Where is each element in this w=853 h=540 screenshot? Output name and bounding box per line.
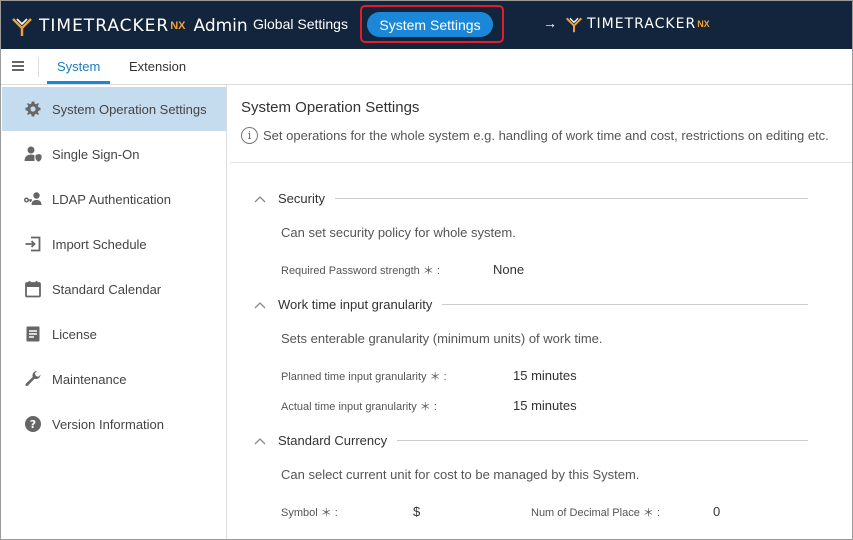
sidebar-item-label: System Operation Settings [52,101,207,117]
divider [38,57,39,77]
system-settings-tab[interactable]: System Settings [367,12,493,37]
divider [397,440,808,441]
sidebar: System Operation Settings Single Sign-On… [1,85,227,539]
timetracker-link[interactable]: TIMETRACKER NX [565,15,710,33]
logo-admin-label: Admin [193,16,248,36]
active-tab-indicator [47,81,110,84]
sidebar-item-import-schedule[interactable]: Import Schedule [2,222,226,266]
help-icon: ? [24,415,42,433]
arrow-right-icon[interactable]: → [543,15,557,31]
password-strength-value[interactable]: None [493,262,524,277]
sidebar-item-license[interactable]: License [2,312,226,356]
chevron-up-icon[interactable] [254,195,266,203]
sidebar-item-label: Version Information [52,416,165,432]
section-description: Sets enterable granularity (minimum unit… [281,331,603,346]
planned-granularity-value[interactable]: 15 minutes [513,368,577,383]
top-bar: TIMETRACKER NX Admin Global Settings Sys… [1,1,852,49]
actual-granularity-label: Actual time input granularity ＊ : [281,401,437,413]
section-title: Work time input granularity [278,297,433,312]
password-strength-label: Required Password strength ＊ : [281,265,440,277]
link-logo-nx: NX [697,19,710,29]
sidebar-item-label: Import Schedule [52,236,147,252]
calendar-icon [24,280,42,298]
tab-extension[interactable]: Extension [129,59,186,74]
app-window: TIMETRACKER NX Admin Global Settings Sys… [0,0,853,540]
link-logo-text: TIMETRACKER [587,16,697,32]
sidebar-item-label: License [52,326,97,342]
sidebar-item-system-operation-settings[interactable]: System Operation Settings [2,87,226,131]
section-description: Can select current unit for cost to be m… [281,467,640,482]
page-info: i Set operations for the whole system e.… [241,127,829,144]
sub-navigation: System Extension [1,49,852,85]
chevron-up-icon[interactable] [254,301,266,309]
timetracker-logo-icon [565,17,583,33]
decimal-places-value[interactable]: 0 [713,504,720,519]
info-text: Set operations for the whole system e.g.… [263,128,829,143]
section-security-header[interactable]: Security [254,191,808,206]
section-currency-header[interactable]: Standard Currency [254,433,808,448]
sidebar-item-label: Single Sign-On [52,146,140,162]
actual-granularity-value[interactable]: 15 minutes [513,398,577,413]
divider [230,162,852,163]
divider [442,304,808,305]
sidebar-item-label: Standard Calendar [52,281,162,297]
sidebar-item-maintenance[interactable]: Maintenance [2,357,226,401]
section-description: Can set security policy for whole system… [281,225,516,240]
logo-text: TIMETRACKER [39,16,170,36]
sidebar-item-label: Maintenance [52,371,127,387]
global-settings-tab[interactable]: Global Settings [253,16,348,32]
sidebar-item-version-information[interactable]: ? Version Information [2,402,226,446]
user-shield-icon [24,145,42,163]
page-title: System Operation Settings [241,99,420,116]
section-title: Security [278,191,325,206]
main-content: System Operation Settings i Set operatio… [230,85,852,539]
sidebar-item-label: LDAP Authentication [52,191,172,207]
logo-nx: NX [170,20,186,32]
gear-icon [24,100,42,118]
section-title: Standard Currency [278,433,388,448]
currency-symbol-value[interactable]: $ [413,504,420,519]
timetracker-logo-icon [12,18,32,36]
chevron-up-icon[interactable] [254,437,266,445]
svg-text:?: ? [30,418,36,431]
wrench-icon [24,370,42,388]
document-icon [24,325,42,343]
user-key-icon [24,190,42,208]
decimal-places-label: Num of Decimal Place ＊ : [531,507,660,519]
sidebar-item-single-sign-on[interactable]: Single Sign-On [2,132,226,176]
import-icon [24,235,42,253]
menu-icon[interactable] [12,61,24,71]
info-icon: i [241,127,258,144]
tab-system[interactable]: System [57,59,100,74]
sidebar-item-ldap-authentication[interactable]: LDAP Authentication [2,177,226,221]
divider [334,198,808,199]
section-work-time-header[interactable]: Work time input granularity [254,297,808,312]
sidebar-item-standard-calendar[interactable]: Standard Calendar [2,267,226,311]
app-logo[interactable]: TIMETRACKER NX Admin [11,13,248,39]
planned-granularity-label: Planned time input granularity ＊ : [281,371,447,383]
currency-symbol-label: Symbol ＊ : [281,507,338,519]
